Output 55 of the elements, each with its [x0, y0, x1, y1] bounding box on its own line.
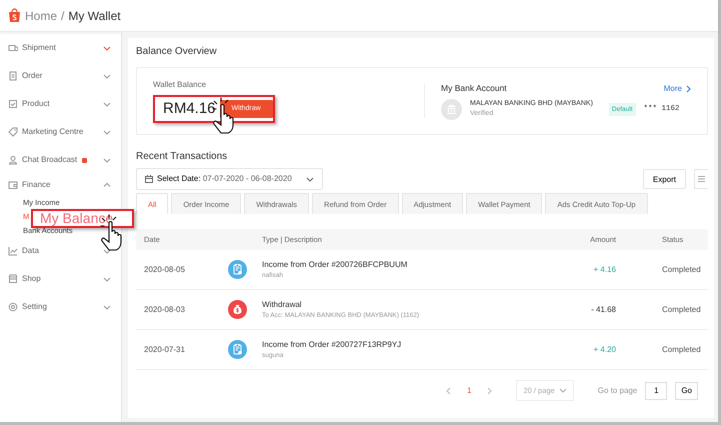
- chevron-up-icon[interactable]: [103, 182, 111, 187]
- breadcrumb-link[interactable]: Home: [25, 6, 58, 24]
- transaction-title: Income from Order #200727F13RP9YJ: [262, 338, 402, 351]
- section-title: Balance Overview: [136, 45, 218, 59]
- export-button[interactable]: Export: [642, 169, 686, 189]
- menu-item[interactable]: Shop: [22, 273, 41, 285]
- amount-cell-text: - 41.68: [590, 304, 616, 316]
- menu-item[interactable]: Order: [22, 70, 42, 82]
- status-cell-text: Completed: [661, 264, 702, 276]
- menu-item[interactable]: Shipment: [22, 42, 56, 54]
- balance-label: Wallet Balance: [153, 78, 208, 91]
- storefront-icon: [8, 274, 18, 284]
- clipboard-icon: [8, 71, 18, 81]
- chevron-right-icon[interactable]: [487, 386, 492, 395]
- person-icon: [8, 155, 18, 165]
- status-cell-text: Completed: [661, 304, 702, 316]
- chevron-left-icon[interactable]: [446, 386, 451, 395]
- bank-icon: [446, 104, 457, 114]
- table-cell-text: 2020-08-03: [143, 304, 186, 316]
- tag-icon: [8, 127, 18, 137]
- wallet-icon: [8, 180, 18, 190]
- menu-item[interactable]: Setting: [22, 301, 47, 313]
- go-button[interactable]: Go: [675, 382, 698, 400]
- amount-cell-text: + 4.20: [592, 344, 616, 356]
- chevron-right-icon[interactable]: [686, 84, 691, 92]
- balance-amount: RM4.16: [163, 98, 216, 119]
- page-title: My Wallet: [68, 8, 121, 24]
- menu-item[interactable]: Chat Broadcast: [22, 154, 78, 166]
- status-cell-text: Completed: [661, 344, 702, 356]
- chart-icon: [8, 246, 18, 256]
- goto-label: Go to page: [598, 384, 638, 397]
- breadcrumb-separator: /: [61, 8, 64, 24]
- transaction-title: Income from Order #200726BFCPBUUM: [262, 258, 408, 271]
- table-cell-text: 2020-07-31: [143, 344, 186, 356]
- menu-icon: [698, 176, 705, 182]
- menu-item[interactable]: Product: [22, 98, 50, 110]
- menu-item[interactable]: Data: [22, 245, 39, 257]
- amount-cell-text: + 4.16: [592, 264, 616, 276]
- page-input[interactable]: 1: [645, 382, 668, 400]
- chevron-down-icon[interactable]: [103, 248, 111, 254]
- transaction-title: Withdrawal: [262, 298, 303, 311]
- truck-icon: [8, 43, 18, 53]
- box-icon: [8, 99, 18, 109]
- menu-item[interactable]: Marketing Centre: [22, 126, 84, 138]
- more-link[interactable]: More: [664, 82, 682, 94]
- page-number[interactable]: 1: [467, 384, 472, 397]
- calendar-icon: [145, 175, 153, 183]
- table-cell-text: 2020-08-05: [143, 264, 186, 276]
- bank-account-title: My Bank Account: [441, 82, 507, 95]
- menu-button[interactable]: [694, 169, 708, 189]
- gear-icon: [8, 302, 18, 312]
- shopping-bag-icon[interactable]: [8, 8, 21, 23]
- date-range-select[interactable]: Select Date: 07-07-2020 - 06-08-2020: [136, 168, 323, 190]
- section-title: Recent Transactions: [136, 150, 228, 164]
- menu-item[interactable]: Finance: [22, 178, 50, 190]
